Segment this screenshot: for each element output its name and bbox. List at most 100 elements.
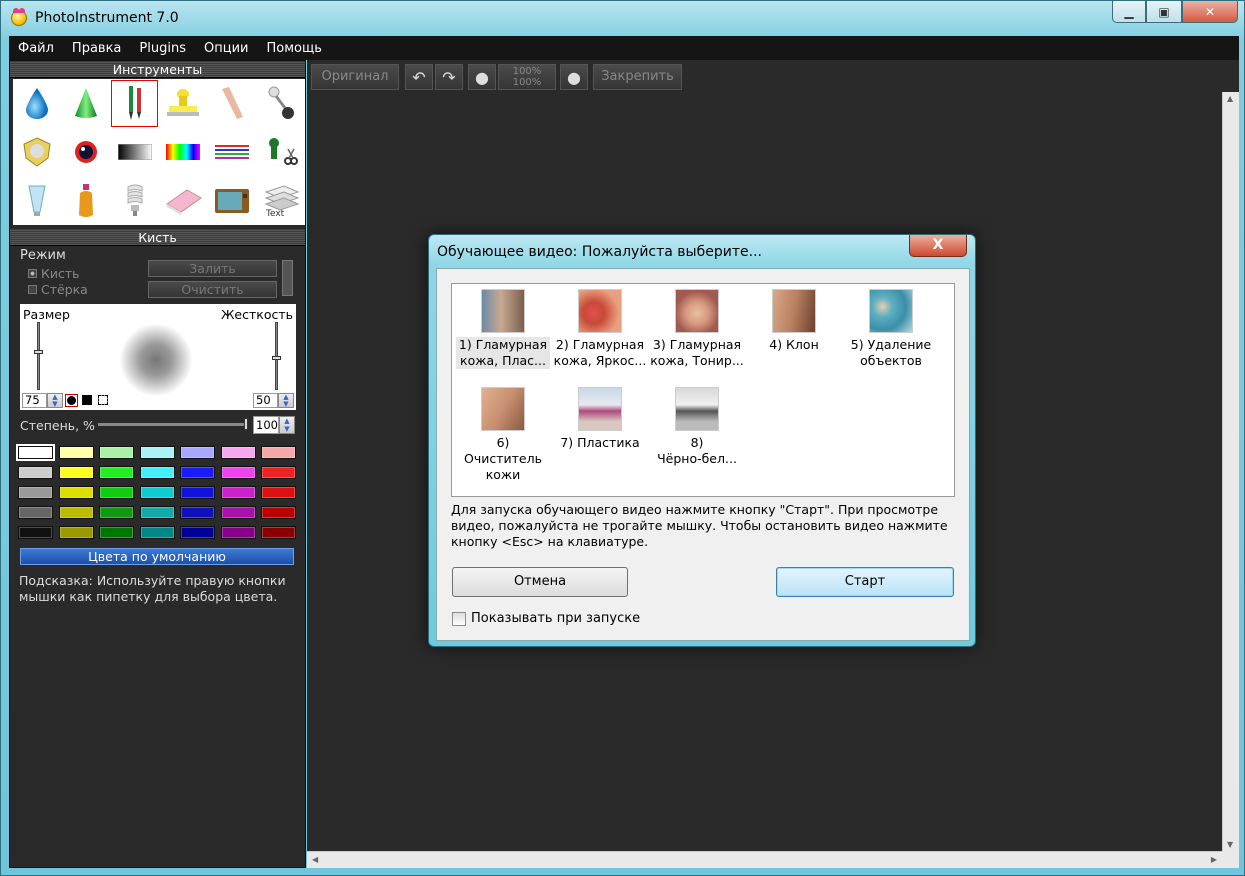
pin-button[interactable]: Закрепить [593, 64, 682, 90]
round-shape-option[interactable] [65, 394, 78, 407]
menu-edit[interactable]: Правка [63, 41, 130, 56]
default-colors-button[interactable]: Цвета по умолчанию [20, 548, 294, 565]
color-swatch[interactable] [58, 526, 94, 539]
color-swatch[interactable] [261, 446, 296, 459]
color-swatch[interactable] [180, 466, 215, 479]
tool-pin[interactable] [256, 79, 305, 128]
start-button[interactable]: Старт [776, 567, 954, 597]
color-swatch[interactable] [261, 466, 296, 479]
size-spinner[interactable]: ▲ ▼ [47, 393, 63, 408]
video-item-6[interactable]: 6) Очиститель кожи [456, 384, 550, 483]
tool-stamp[interactable] [159, 79, 208, 128]
color-swatch[interactable] [139, 526, 175, 539]
maximize-button[interactable]: ▣ [1146, 1, 1182, 23]
size-slider[interactable] [34, 322, 43, 390]
close-button[interactable]: ✕ [1182, 1, 1238, 23]
tool-scissors[interactable] [256, 128, 305, 177]
horizontal-scrollbar[interactable]: ◀ ▶ [307, 851, 1222, 868]
tool-text[interactable]: Text [256, 176, 305, 225]
degree-slider-knob[interactable] [244, 418, 248, 430]
zoom-out-button[interactable]: ● [468, 64, 496, 90]
video-item-5[interactable]: 5) Удаление объектов [844, 286, 938, 369]
scroll-up-icon[interactable]: ▲ [1227, 94, 1233, 103]
tool-lines[interactable] [208, 128, 257, 177]
mode-scroll[interactable] [282, 260, 293, 296]
color-swatch[interactable] [180, 506, 215, 519]
hardness-slider[interactable] [272, 322, 281, 390]
square-shape-option[interactable] [81, 394, 94, 407]
undo-button[interactable]: ↶ [405, 64, 433, 90]
tool-badge[interactable] [13, 128, 62, 177]
color-swatch[interactable] [180, 526, 215, 539]
size-input[interactable]: 75 [22, 393, 47, 408]
video-item-1[interactable]: 1) Гламурная кожа, Плас... [456, 286, 550, 369]
color-swatch[interactable] [180, 446, 215, 459]
redo-button[interactable]: ↷ [435, 64, 463, 90]
color-swatch[interactable] [58, 506, 94, 519]
video-item-4[interactable]: 4) Клон [747, 286, 841, 353]
color-swatch[interactable] [220, 466, 256, 479]
color-swatch[interactable] [99, 526, 134, 539]
color-swatch[interactable] [180, 486, 215, 499]
color-swatch[interactable] [58, 446, 94, 459]
tool-gradient[interactable] [110, 128, 159, 177]
hardness-spinner[interactable]: ▲ ▼ [278, 393, 294, 408]
color-swatch[interactable] [99, 486, 134, 499]
hardness-input[interactable]: 50 [253, 393, 278, 408]
color-swatch[interactable] [139, 446, 175, 459]
zoom-in-button[interactable]: ● [560, 64, 588, 90]
color-swatch[interactable] [99, 446, 134, 459]
original-button[interactable]: Оригинал [311, 64, 399, 90]
tool-tube[interactable] [13, 176, 62, 225]
vertical-scrollbar[interactable]: ▲ ▼ [1222, 92, 1239, 851]
color-swatch[interactable] [261, 486, 296, 499]
tool-color-spectrum[interactable] [159, 128, 208, 177]
video-list[interactable]: 1) Гламурная кожа, Плас... 2) Гламурная ко… [451, 283, 955, 497]
tool-tv[interactable] [208, 176, 257, 225]
tool-sharpen[interactable] [62, 79, 111, 128]
video-item-3[interactable]: 3) Гламурная кожа, Тонир... [650, 286, 744, 369]
color-swatch[interactable] [18, 506, 53, 519]
scroll-down-icon[interactable]: ▼ [1227, 840, 1233, 849]
color-swatch[interactable] [139, 506, 175, 519]
scroll-left-icon[interactable]: ◀ [312, 855, 318, 864]
degree-input[interactable]: 100 [253, 416, 279, 434]
color-swatch[interactable] [139, 466, 175, 479]
tool-redeye[interactable] [62, 128, 111, 177]
tool-makeup[interactable] [208, 79, 257, 128]
mode-eraser-radio[interactable]: Стёрка [28, 282, 88, 297]
color-swatch[interactable] [220, 526, 256, 539]
color-swatch[interactable] [139, 486, 175, 499]
menu-plugins[interactable]: Plugins [130, 41, 195, 56]
minimize-button[interactable]: ▁ [1112, 1, 1146, 23]
menu-help[interactable]: Помощь [257, 41, 330, 56]
selection-shape-option[interactable] [97, 394, 110, 407]
color-swatch[interactable] [18, 526, 53, 539]
scroll-right-icon[interactable]: ▶ [1211, 855, 1217, 864]
color-swatch[interactable] [16, 444, 55, 461]
video-item-8[interactable]: 8) Чёрно-бел... [650, 384, 744, 467]
tool-bottle[interactable] [62, 176, 111, 225]
tool-blur[interactable] [13, 79, 62, 128]
dialog-close-button[interactable]: X [909, 235, 967, 257]
color-swatch[interactable] [220, 446, 256, 459]
fill-button[interactable]: Залить [148, 260, 277, 277]
degree-spinner[interactable]: ▲ ▼ [279, 416, 295, 434]
mode-brush-radio[interactable]: Кисть [28, 266, 80, 281]
color-swatch[interactable] [220, 506, 256, 519]
size-slider-knob[interactable] [34, 350, 43, 354]
show-on-startup-checkbox[interactable]: Показывать при запуске [452, 611, 640, 626]
color-swatch[interactable] [18, 466, 53, 479]
menu-file[interactable]: Файл [9, 41, 63, 56]
menu-options[interactable]: Опции [195, 41, 257, 56]
tool-bulb[interactable] [110, 176, 159, 225]
color-swatch[interactable] [99, 506, 134, 519]
color-swatch[interactable] [99, 466, 134, 479]
color-swatch[interactable] [261, 526, 296, 539]
hardness-slider-knob[interactable] [272, 356, 281, 360]
zoom-reset-button[interactable]: 100% 100% [498, 64, 556, 90]
clear-button[interactable]: Очистить [148, 281, 277, 298]
video-item-7[interactable]: 7) Пластика [553, 384, 647, 451]
color-swatch[interactable] [220, 486, 256, 499]
tool-eraser[interactable] [159, 176, 208, 225]
